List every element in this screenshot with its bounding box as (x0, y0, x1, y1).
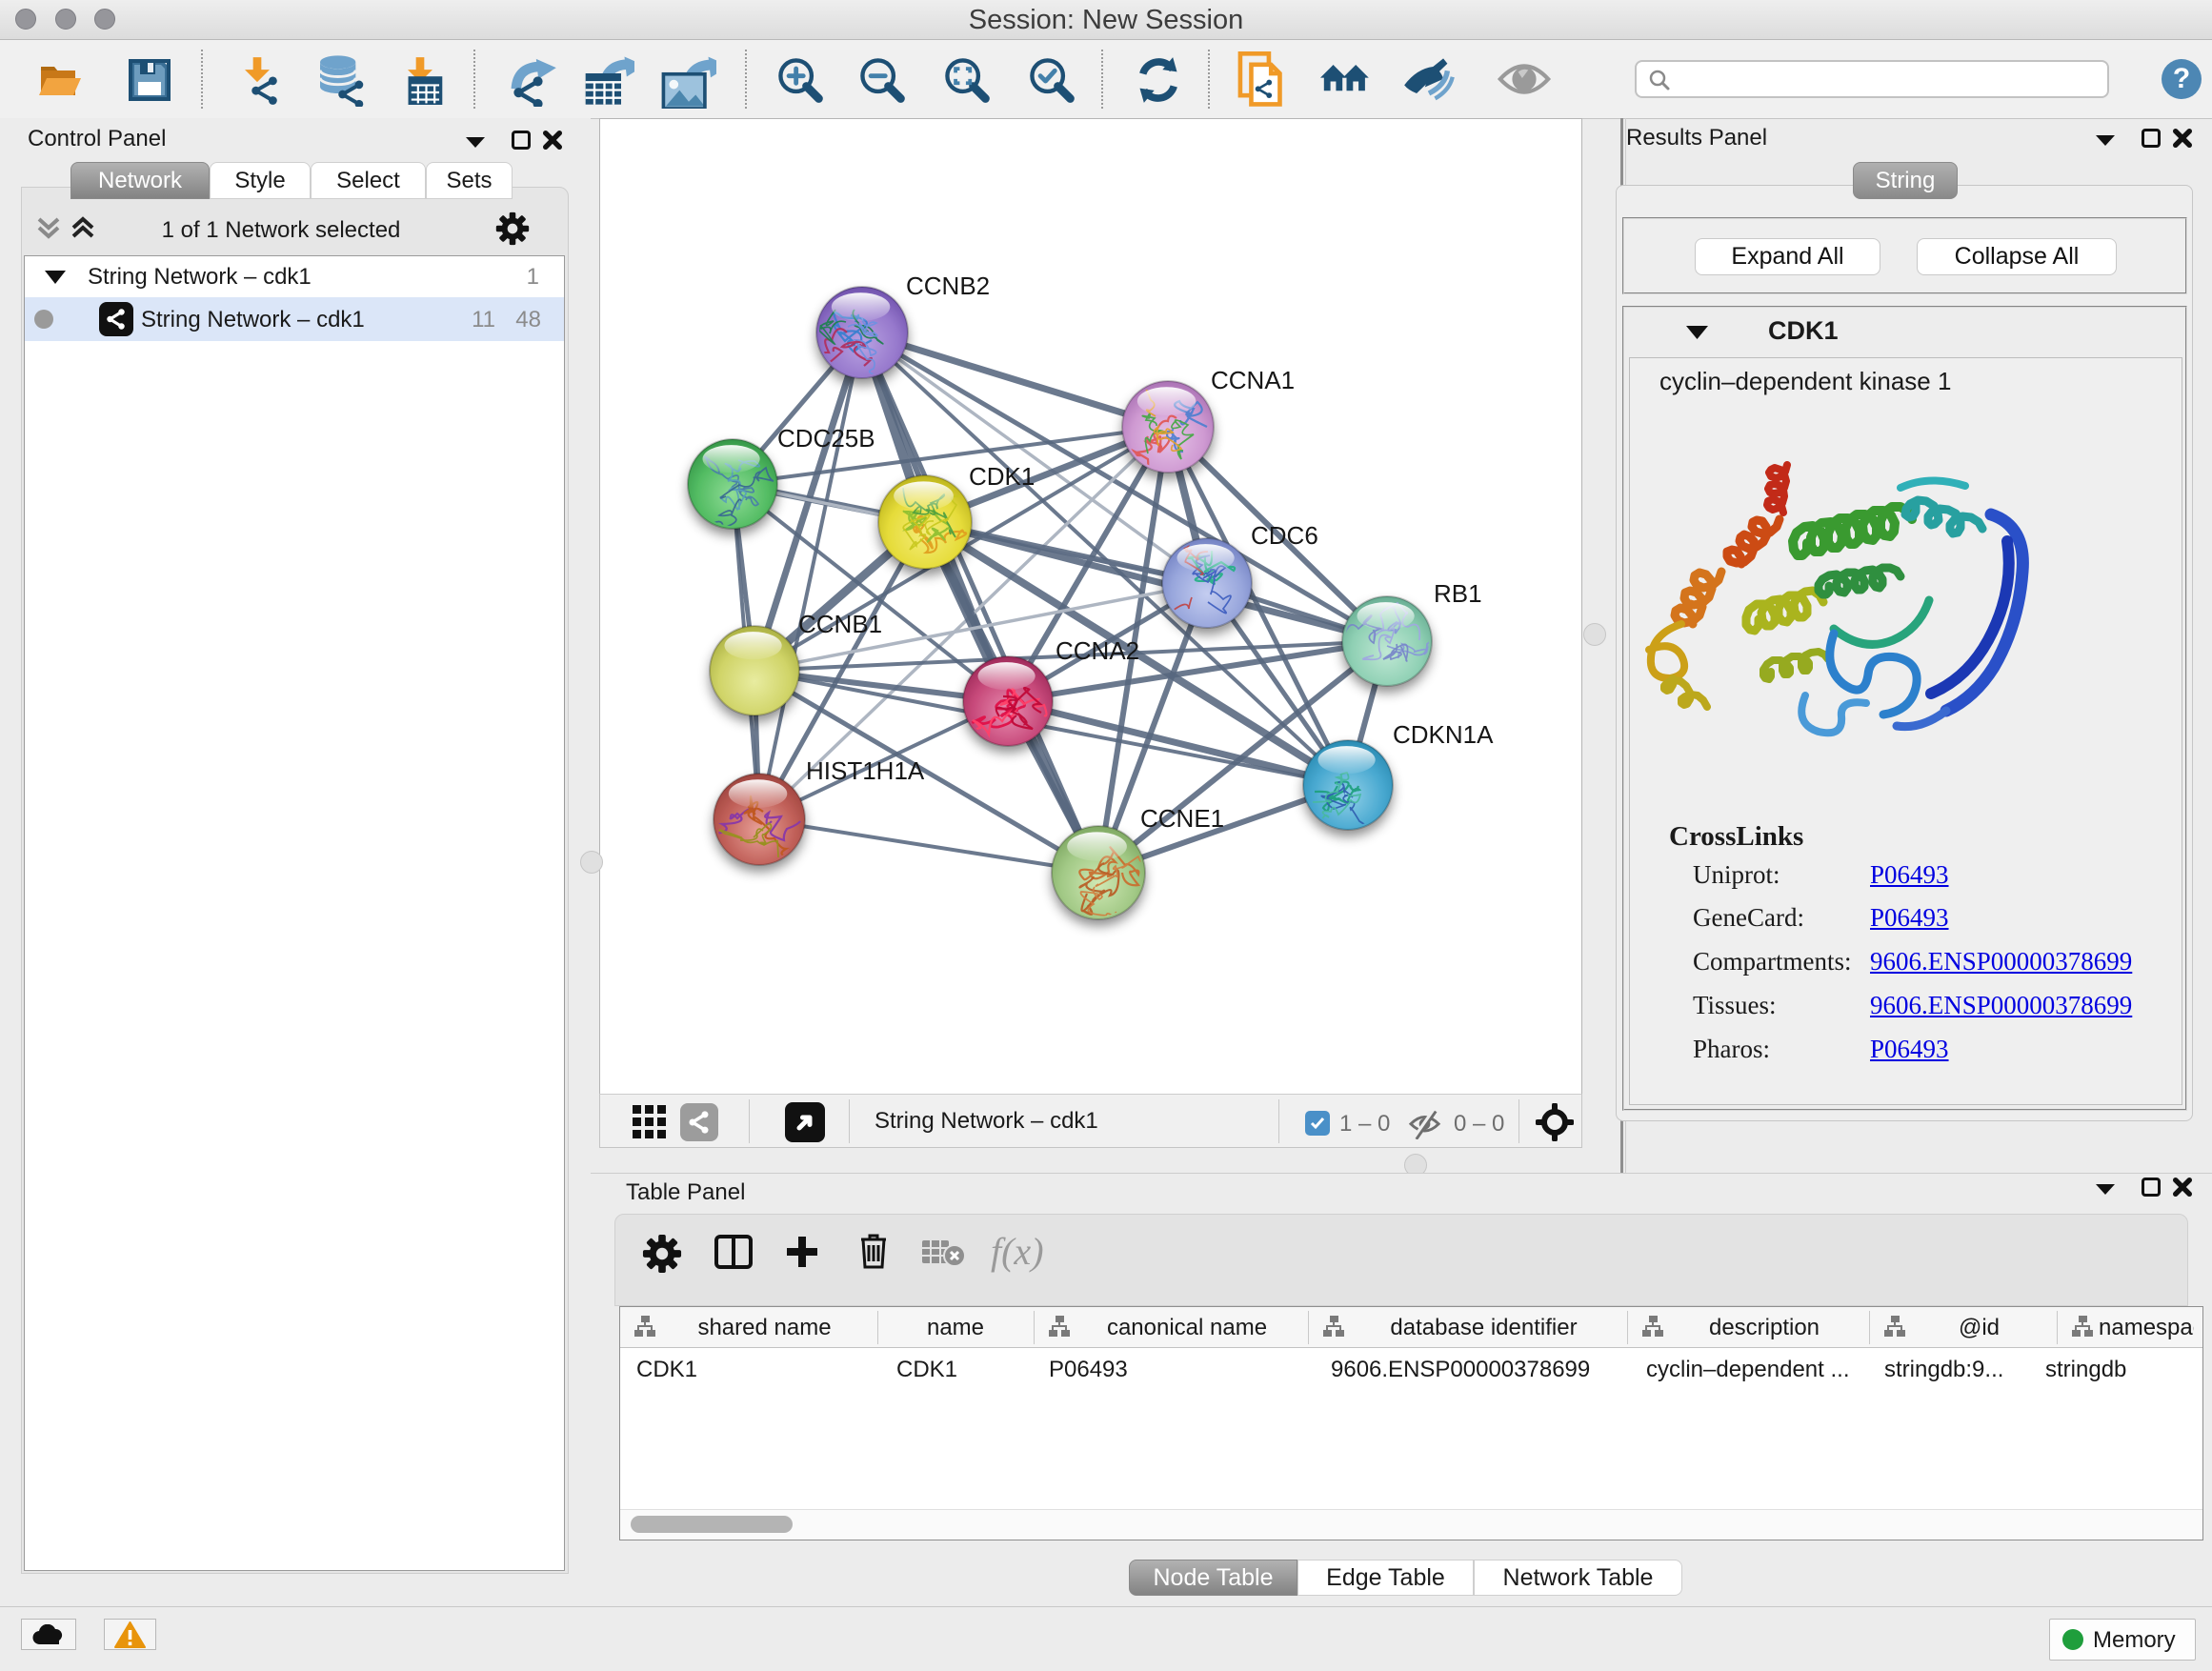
svg-text:CDK1: CDK1 (969, 462, 1035, 491)
svg-text:HIST1H1A: HIST1H1A (806, 756, 925, 785)
svg-text:CCNA2: CCNA2 (1056, 636, 1139, 665)
svg-text:CCNA1: CCNA1 (1211, 366, 1295, 394)
svg-text:CDKN1A: CDKN1A (1393, 720, 1494, 749)
svg-text:CDC25B: CDC25B (777, 424, 875, 453)
svg-text:CCNE1: CCNE1 (1140, 804, 1224, 833)
svg-text:CCNB1: CCNB1 (798, 610, 882, 638)
svg-text:CDC6: CDC6 (1251, 521, 1318, 550)
svg-text:CCNB2: CCNB2 (906, 272, 990, 300)
svg-text:RB1: RB1 (1434, 579, 1482, 608)
